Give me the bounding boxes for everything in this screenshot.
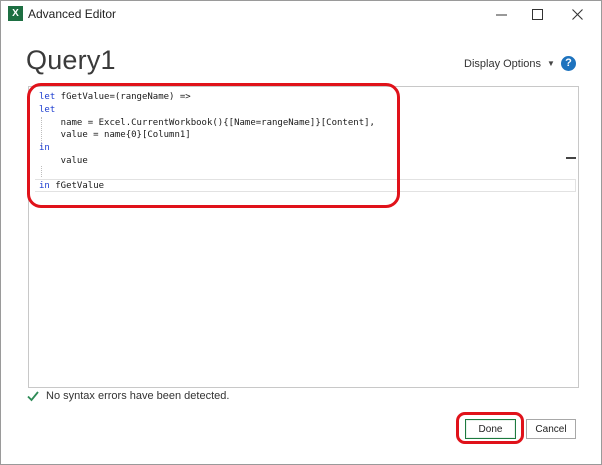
- help-icon[interactable]: ?: [561, 56, 576, 71]
- display-options-menu[interactable]: Display Options ▼: [464, 58, 555, 70]
- syntax-status: No syntax errors have been detected.: [27, 390, 229, 402]
- advanced-editor-window: X Advanced Editor Query1 Display Options…: [0, 0, 602, 465]
- display-options-label: Display Options: [464, 58, 542, 70]
- excel-app-icon: X: [8, 6, 23, 21]
- check-icon: [27, 390, 39, 402]
- window-title: Advanced Editor: [28, 7, 117, 21]
- status-message: No syntax errors have been detected.: [46, 390, 230, 402]
- code-highlight-annotation: [27, 83, 400, 208]
- close-button[interactable]: [559, 1, 595, 27]
- title-bar: X Advanced Editor: [1, 1, 601, 29]
- maximize-icon: [531, 8, 543, 20]
- minimize-icon: [495, 9, 507, 20]
- cancel-button[interactable]: Cancel: [526, 419, 576, 439]
- query-title: Query1: [26, 45, 116, 75]
- done-highlight-annotation: [456, 412, 524, 444]
- close-icon: [571, 8, 583, 20]
- maximize-button[interactable]: [519, 1, 555, 27]
- scroll-position-marker: [566, 157, 576, 159]
- minimize-button[interactable]: [483, 1, 519, 27]
- caret-down-icon: ▼: [547, 59, 555, 68]
